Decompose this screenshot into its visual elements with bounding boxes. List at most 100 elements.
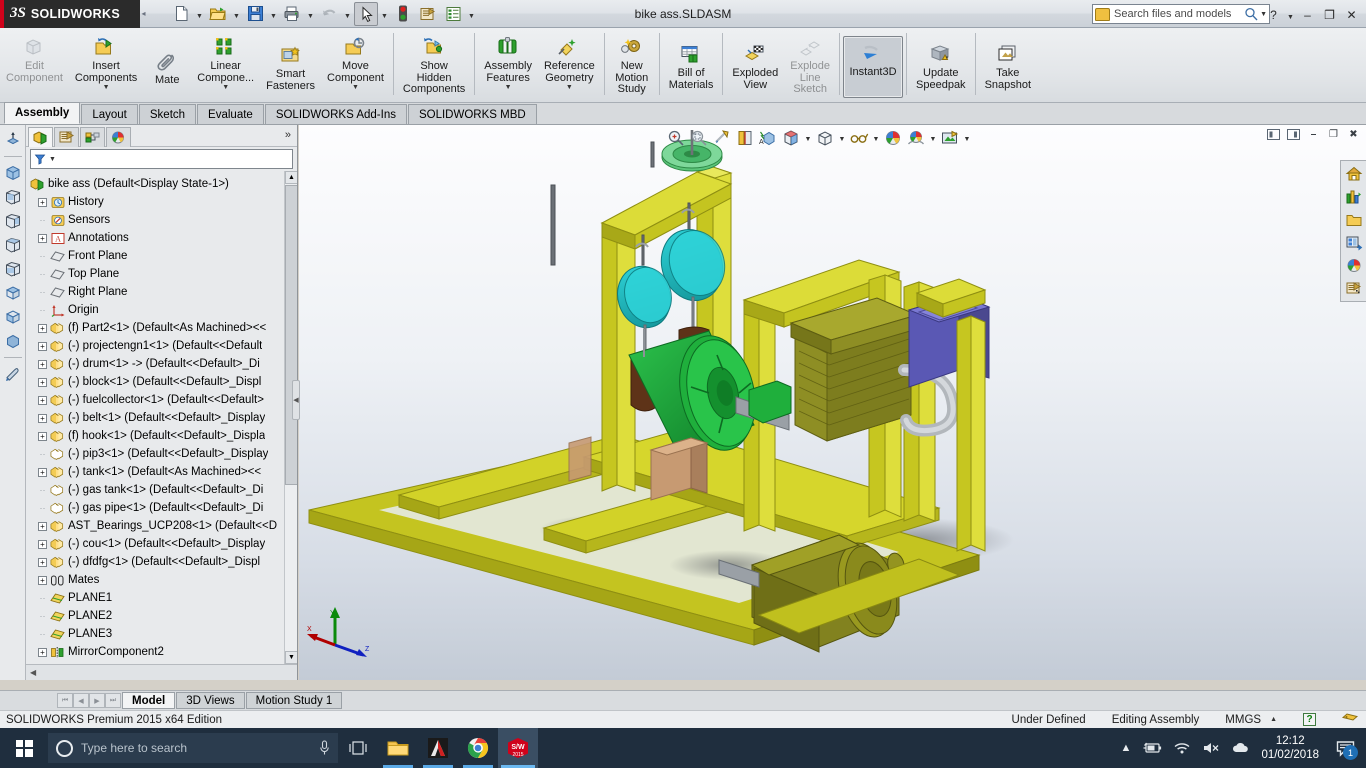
open-document-arrow[interactable]: ▼ [231,2,242,26]
move-component-dropdown[interactable]: ▼ [352,84,359,91]
tab-assembly[interactable]: Assembly [4,102,81,124]
tree-item[interactable]: + (-) belt<1> (Default<<Default>_Display [30,409,297,427]
appearances-scenes-icon[interactable] [1343,255,1365,276]
status-tag-icon[interactable] [1342,713,1358,726]
insert-components-button[interactable]: Insert Components ▼ [69,30,143,100]
help-arrow[interactable]: ▼ [1285,3,1296,27]
appearance-glasses-icon[interactable] [848,126,870,150]
file-explorer-taskbar-icon[interactable] [378,728,418,768]
tab-solidworks-addins[interactable]: SOLIDWORKS Add-Ins [264,104,407,124]
doc-tab-model[interactable]: Model [122,692,176,709]
tree-expand-icon[interactable]: + [38,521,47,531]
print-document-button[interactable] [280,2,304,26]
tree-item[interactable]: ·· Right Plane [30,283,297,301]
tree-item[interactable]: + (-) projectengn1<1> (Default<<Default [30,337,297,355]
tree-item[interactable]: + (-) drum<1> -> (Default<<Default>_Di [30,355,297,373]
tree-item[interactable]: + (f) Part2<1> (Default<As Machined><< [30,319,297,337]
battery-icon[interactable] [1142,741,1162,755]
tab-evaluate[interactable]: Evaluate [197,104,264,124]
microphone-icon[interactable] [319,740,330,756]
section-view-icon[interactable] [2,363,24,385]
mate-button[interactable]: Mate [143,44,191,99]
tree-item[interactable]: ·· PLANE2 [30,607,297,625]
tree-item[interactable]: + (f) hook<1> (Default<<Default>_Displa [30,427,297,445]
zoom-fit-icon[interactable] [665,126,687,150]
tree-item[interactable]: + History [30,193,297,211]
view-settings-dropdown[interactable]: ▼ [962,126,972,150]
close-button[interactable]: ✕ [1341,5,1362,26]
open-document-button[interactable] [206,2,230,26]
tree-expand-icon[interactable]: + [38,557,47,567]
feature-manager-more-tabs[interactable]: » [285,129,291,141]
design-library-icon[interactable] [1343,186,1365,207]
tree-expand-icon[interactable]: + [38,431,47,441]
start-button[interactable] [0,728,48,768]
origin-icon[interactable] [2,129,24,151]
tree-item[interactable]: + A Annotations [30,229,297,247]
top-view-icon[interactable] [2,282,24,304]
task-view-icon[interactable] [338,728,378,768]
show-hidden-components-button[interactable]: Show Hidden Components [397,30,471,100]
doc-tab-motion-study[interactable]: Motion Study 1 [245,692,343,709]
doc-tab-3d-views[interactable]: 3D Views [176,692,245,709]
property-manager-tab[interactable] [54,126,79,147]
select-tool-button[interactable] [354,1,378,26]
display-style-icon[interactable] [780,126,802,150]
reference-geometry-dropdown[interactable]: ▼ [566,84,573,91]
qat-collapse-handle[interactable]: ◂ [140,0,147,28]
assembly-features-button[interactable]: Assembly Features ▼ [478,30,538,100]
previous-view-icon[interactable] [711,126,733,150]
file-properties-button[interactable] [441,2,465,26]
tree-expand-icon[interactable]: + [38,413,47,423]
filter-dropdown-arrow[interactable]: ▼ [49,156,56,163]
new-document-button[interactable] [169,2,193,26]
bill-of-materials-button[interactable]: Bill of Materials [663,37,720,97]
new-motion-study-button[interactable]: New Motion Study [608,30,656,100]
tree-expand-icon[interactable]: + [38,395,47,405]
restore-button[interactable]: ❐ [1319,5,1340,26]
taskbar-search-input[interactable]: Type here to search [81,741,311,755]
edit-component-button[interactable]: Edit Component [0,30,69,100]
tree-item[interactable]: + Mates [30,571,297,589]
onedrive-cloud-icon[interactable] [1231,741,1250,755]
tab-nav-prev[interactable]: ◀ [73,693,89,708]
front-view-icon[interactable] [2,186,24,208]
undo-button[interactable] [317,2,341,26]
restore-doc-icon[interactable]: ❐ [1325,127,1342,142]
scene-dropdown[interactable]: ▼ [928,126,938,150]
instant3d-button[interactable]: Instant3D [843,36,904,98]
status-units[interactable]: MMGS [1225,714,1261,726]
tree-item[interactable]: +LocalLPattern1 [30,661,297,664]
tree-item[interactable]: ·· (-) pip3<1> (Default<<Default>_Display [30,445,297,463]
status-help-badge[interactable]: ? [1303,713,1316,726]
exploded-view-button[interactable]: Exploded View [726,37,784,97]
tree-expand-icon[interactable]: + [38,377,47,387]
hide-show-icon[interactable] [814,126,836,150]
scene-icon[interactable] [905,126,927,150]
display-manager-tab[interactable] [106,126,131,147]
take-snapshot-button[interactable]: Take Snapshot [979,37,1037,97]
view-palette-icon[interactable] [1343,232,1365,253]
update-speedpak-button[interactable]: Update Speedpak [910,37,972,97]
tree-item[interactable]: ·· PLANE1 [30,589,297,607]
tree-item[interactable]: ·· Front Plane [30,247,297,265]
smart-fasteners-button[interactable]: Smart Fasteners [260,38,321,98]
wifi-icon[interactable] [1173,741,1191,755]
split-vertical-icon[interactable] [1265,127,1282,142]
help-button[interactable]: ? [1263,5,1284,26]
print-document-arrow[interactable]: ▼ [305,2,316,26]
trimetric-view-icon[interactable] [2,330,24,352]
tree-expand-icon[interactable]: + [38,647,47,657]
options-button[interactable] [416,2,440,26]
tree-item[interactable]: + (-) tank<1> (Default<As Machined><< [30,463,297,481]
zoom-area-icon[interactable] [688,126,710,150]
chevron-up-icon[interactable]: ▲ [1121,742,1132,754]
tree-item[interactable]: ·· PLANE3 [30,625,297,643]
view-settings-icon[interactable] [939,126,961,150]
reference-geometry-button[interactable]: Reference Geometry ▼ [538,30,601,100]
tree-item[interactable]: + AST_Bearings_UCP208<1> (Default<<D [30,517,297,535]
tree-item[interactable]: + MirrorComponent2 [30,643,297,661]
tree-item[interactable]: ·· Origin [30,301,297,319]
configuration-manager-tab[interactable] [80,126,105,147]
close-doc-icon[interactable]: ✖ [1345,127,1362,142]
